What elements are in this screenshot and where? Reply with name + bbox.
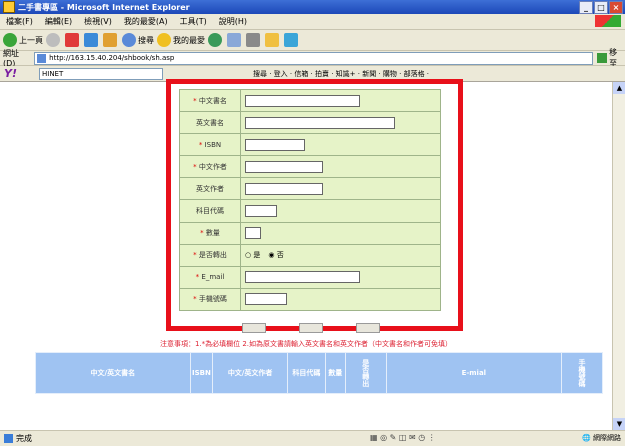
folder-button[interactable] <box>265 33 281 47</box>
submit-button[interactable] <box>242 323 266 333</box>
notice-text: 注意事項：1.*為必填欄位 2.如為原文書請輸入英文書名和英文作者（中文書名和作… <box>159 340 453 348</box>
highlight-box <box>166 79 463 331</box>
print-button[interactable] <box>246 33 262 47</box>
messenger-icon <box>284 33 298 47</box>
star-icon <box>157 33 171 47</box>
stop-button[interactable] <box>65 33 81 47</box>
address-bar: 網址(D) http://163.15.40.204/shbook/sh.asp… <box>0 48 625 68</box>
search-button[interactable]: 搜尋 <box>122 33 154 47</box>
mail-icon <box>227 33 241 47</box>
favorites-button[interactable]: 我的最愛 <box>157 33 205 47</box>
standard-toolbar: 上一頁 搜尋 我的最愛 <box>0 30 625 51</box>
header-isbn: ISBN <box>189 352 214 394</box>
menu-bar: 檔案(F) 編輯(E) 檢視(V) 我的最愛(A) 工具(T) 說明(H) <box>0 14 625 30</box>
refresh-icon <box>84 33 98 47</box>
tray-icons: ▦ ◎ ✎ ◫ ✉ ◷ ⋮ <box>370 433 436 442</box>
windows-logo-icon <box>595 15 621 27</box>
minimize-button[interactable]: _ <box>579 1 593 14</box>
history-icon <box>208 33 222 47</box>
messenger-button[interactable] <box>284 33 300 47</box>
close-button[interactable]: × <box>609 1 623 14</box>
table-header-row: 中文/英文書名 ISBN 中文/英文作者 科目代碼 數量 是否轉出 E-mial… <box>35 352 604 394</box>
back-button[interactable]: 上一頁 <box>3 33 43 47</box>
folder-icon <box>265 33 279 47</box>
history-button[interactable] <box>208 33 224 47</box>
status-text: 完成 <box>0 433 32 444</box>
menu-file[interactable]: 檔案(F) <box>0 16 39 27</box>
refresh-button[interactable] <box>84 33 100 47</box>
home-button[interactable] <box>103 33 119 47</box>
header-author: 中文/英文作者 <box>212 352 288 394</box>
stop-icon <box>65 33 79 47</box>
go-arrow-icon <box>597 53 608 63</box>
back-arrow-icon <box>3 33 17 47</box>
form-button-row <box>242 323 382 333</box>
zone-label: 網際網路 <box>593 434 621 442</box>
window-title-bar: 二手書專區 - Microsoft Internet Explorer _ □ … <box>0 0 625 14</box>
address-input[interactable]: http://163.15.40.204/shbook/sh.asp <box>34 51 594 65</box>
header-subject-code: 科目代碼 <box>286 352 326 394</box>
vertical-scrollbar[interactable]: ▲ ▼ <box>612 82 625 430</box>
window-controls: _ □ × <box>579 1 623 14</box>
maximize-button[interactable]: □ <box>594 1 608 14</box>
scroll-down-icon[interactable]: ▼ <box>613 418 625 430</box>
scroll-up-icon[interactable]: ▲ <box>613 82 625 94</box>
header-book-name: 中文/英文書名 <box>35 352 191 394</box>
search-label: 搜尋 <box>138 35 154 45</box>
forward-button[interactable] <box>46 33 62 47</box>
menu-edit[interactable]: 編輯(E) <box>39 16 78 27</box>
header-email: E-mial <box>385 352 562 394</box>
reset-button[interactable] <box>299 323 323 333</box>
forward-arrow-icon <box>46 33 60 47</box>
yahoo-logo[interactable]: Y! <box>4 67 17 80</box>
header-phone: 手機號碼 <box>560 352 604 394</box>
yahoo-toolbar-links[interactable]: 搜尋 · 登入 · 信箱 · 拍賣 · 知識+ · 新聞 · 購物 · 部落格 … <box>253 69 429 79</box>
book-list-table: 中文/英文書名 ISBN 中文/英文作者 科目代碼 數量 是否轉出 E-mial… <box>35 352 604 394</box>
status-bar: 完成 ▦ ◎ ✎ ◫ ✉ ◷ ⋮ 🌐 網際網路 <box>0 430 625 446</box>
status-label: 完成 <box>16 434 32 443</box>
address-label: 網址(D) <box>3 49 19 68</box>
menu-view[interactable]: 檢視(V) <box>78 16 118 27</box>
home-icon <box>103 33 117 47</box>
search-icon <box>122 33 136 47</box>
menu-help[interactable]: 說明(H) <box>213 16 253 27</box>
menu-favorites[interactable]: 我的最愛(A) <box>118 16 174 27</box>
page-done-icon <box>4 434 13 443</box>
query-button[interactable] <box>356 323 380 333</box>
header-transfer: 是否轉出 <box>344 352 387 394</box>
favorites-label: 我的最愛 <box>173 35 205 45</box>
header-quantity: 數量 <box>324 352 346 394</box>
window-title: 二手書專區 - Microsoft Internet Explorer <box>18 2 190 12</box>
print-icon <box>246 33 260 47</box>
mail-button[interactable] <box>227 33 243 47</box>
back-label: 上一頁 <box>19 35 43 45</box>
internet-zone: 🌐 網際網路 <box>582 434 621 442</box>
menu-tools[interactable]: 工具(T) <box>174 16 213 27</box>
yahoo-search-input[interactable]: HINET <box>38 67 163 80</box>
ie-icon <box>3 1 15 13</box>
